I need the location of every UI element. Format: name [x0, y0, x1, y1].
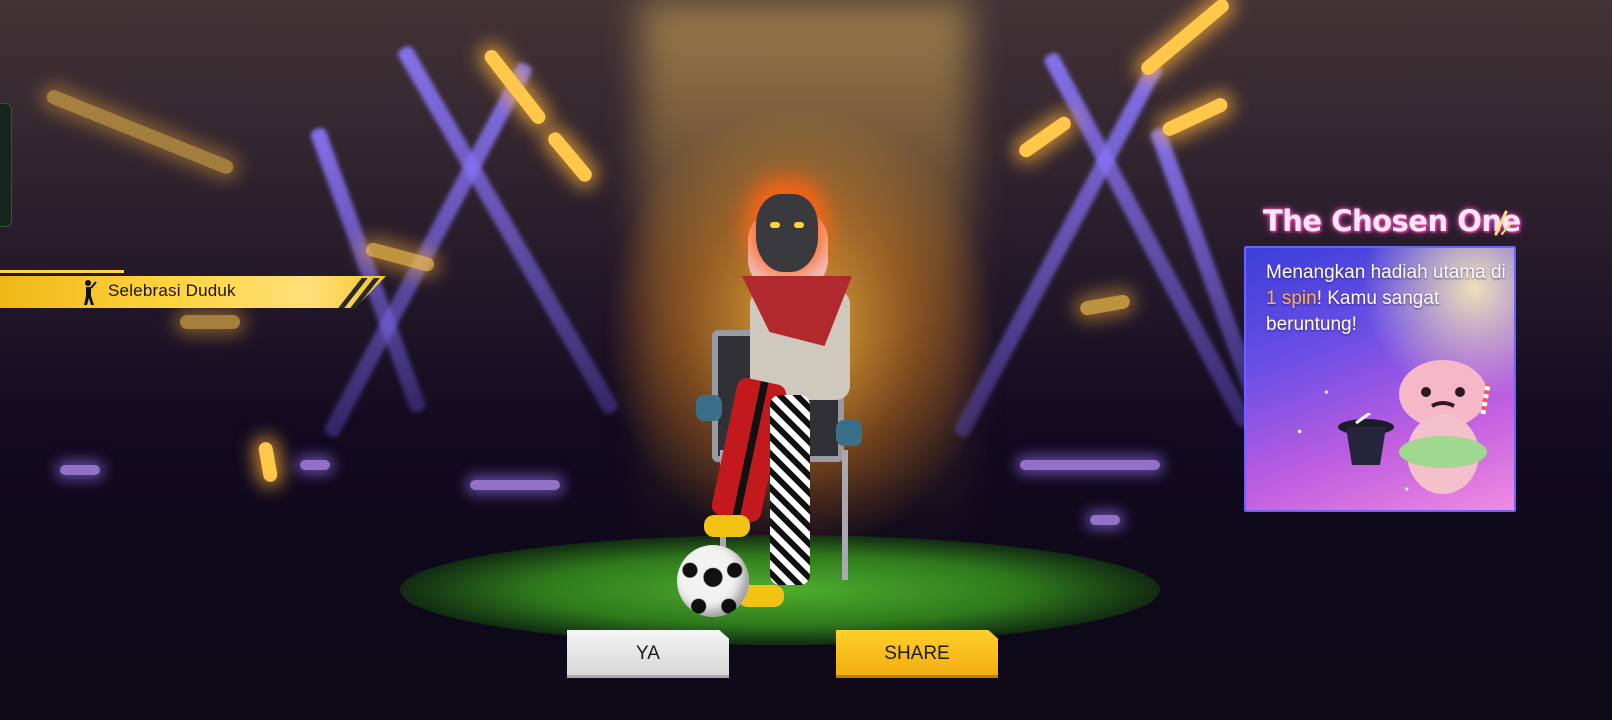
- floor-glow: [470, 480, 560, 490]
- yellow-shoe: [704, 515, 750, 537]
- ceiling-light: [545, 129, 595, 185]
- side-panel-tab[interactable]: [0, 103, 12, 227]
- ceiling-light: [44, 88, 236, 176]
- ceiling-light: [180, 315, 240, 329]
- ceiling-light: [1160, 95, 1230, 139]
- character-glove: [696, 395, 722, 421]
- reward-message: Menangkan hadiah utama di 1 spin! Kamu s…: [1266, 260, 1506, 338]
- character-glove: [836, 420, 862, 446]
- banner-accent-line: [0, 270, 124, 273]
- sitting-figure-icon: [84, 280, 97, 305]
- emote-name: Selebrasi Duduk: [108, 281, 236, 300]
- sparkle-icon: [1494, 210, 1511, 236]
- floor-glow: [300, 460, 330, 470]
- reward-title: The Chosen One: [1263, 204, 1521, 238]
- neon-stripe: [952, 60, 1164, 440]
- floor-glow: [1090, 515, 1120, 525]
- magic-hat-icon: [1338, 413, 1394, 465]
- character-mask: [756, 194, 818, 272]
- reward-card: Menangkan hadiah utama di 1 spin! Kamu s…: [1244, 246, 1516, 512]
- axolotl-mascot-icon: [1399, 360, 1491, 494]
- soccer-ball: [677, 545, 749, 617]
- ceiling-light: [1016, 114, 1074, 160]
- reward-highlight: 1 spin: [1266, 288, 1317, 309]
- ceiling-light: [1079, 293, 1131, 317]
- mask-eye: [770, 222, 780, 228]
- share-button[interactable]: SHARE: [836, 630, 998, 678]
- floor-glow: [1020, 460, 1160, 470]
- character-leg-striped: [770, 395, 810, 585]
- ceiling-light: [1138, 0, 1232, 78]
- chair-leg: [842, 450, 848, 580]
- ya-button[interactable]: YA: [567, 630, 729, 678]
- reward-message-part1: Menangkan hadiah utama di: [1266, 262, 1506, 283]
- mask-eye: [794, 222, 804, 228]
- floor-glow: [60, 465, 100, 475]
